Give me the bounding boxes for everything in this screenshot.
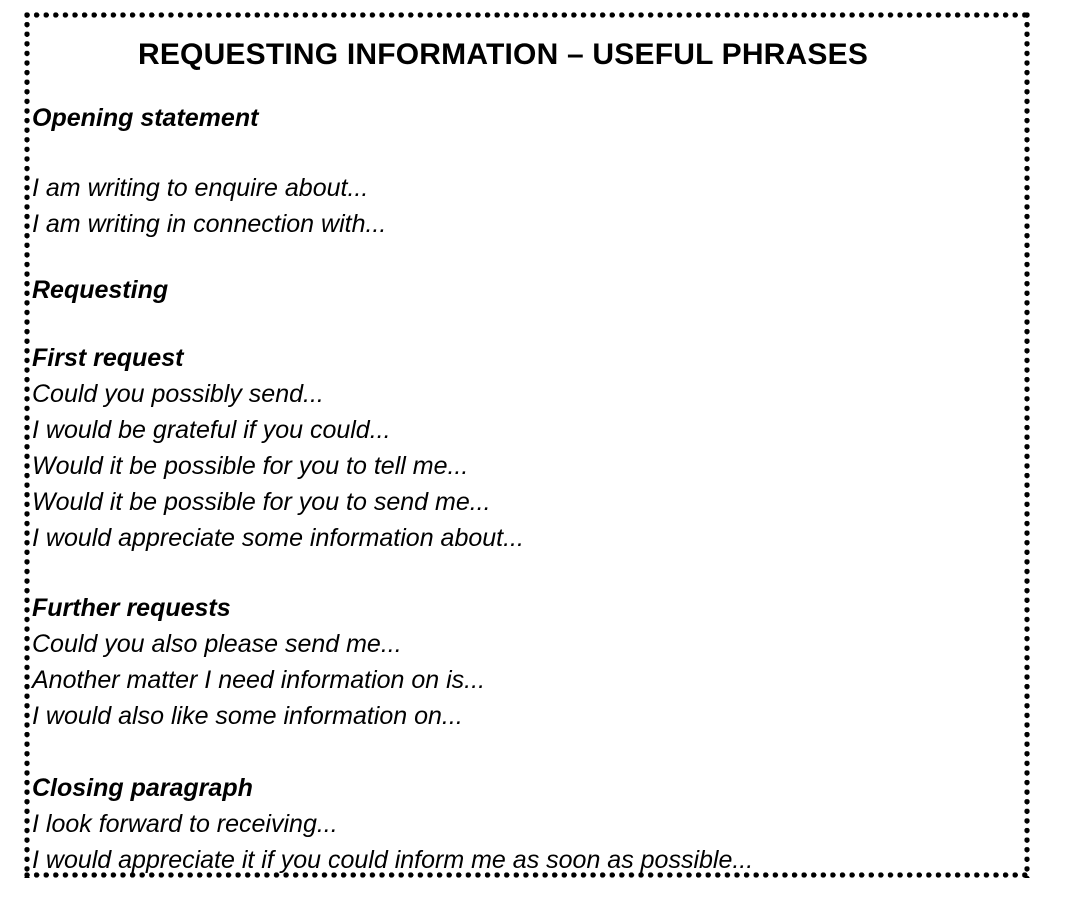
phrase-line: Would it be possible for you to send me.… [32,488,491,516]
border-edge-right [1024,12,1030,878]
section-heading: Requesting [32,276,169,304]
section-closing-paragraph: Closing paragraph I look forward to rece… [32,770,974,878]
phrase-line: I would also like some information on... [32,702,463,730]
section-heading: Opening statement [32,104,259,132]
page-title: REQUESTING INFORMATION – USEFUL PHRASES [137,38,869,71]
phrase-line: I would appreciate it if you could infor… [32,846,754,874]
phrase-line: I look forward to receiving... [32,810,338,838]
border-edge-top [24,12,1030,18]
phrase-line: I would be grateful if you could... [32,416,391,444]
section-opening-statement: Opening statement I am writing to enquir… [32,100,974,242]
section-requesting: Requesting [32,272,974,308]
phrase-line: Could you possibly send... [32,380,324,408]
section-further-requests: Further requests Could you also please s… [32,590,974,734]
phrase-line: I am writing in connection with... [32,210,387,238]
phrase-line: Could you also please send me... [32,630,402,658]
document-content: REQUESTING INFORMATION – USEFUL PHRASES … [32,20,974,874]
section-heading: First request [32,344,184,372]
phrase-line: I am writing to enquire about... [32,174,369,202]
phrase-line: Another matter I need information on is.… [32,666,486,694]
phrase-line: I would appreciate some information abou… [32,524,524,552]
border-edge-left [24,12,30,878]
section-first-request: First request Could you possibly send...… [32,340,974,556]
worksheet-page: REQUESTING INFORMATION – USEFUL PHRASES … [0,0,1070,906]
section-heading: Closing paragraph [32,774,253,802]
section-heading: Further requests [32,594,231,622]
phrase-line: Would it be possible for you to tell me.… [32,452,469,480]
